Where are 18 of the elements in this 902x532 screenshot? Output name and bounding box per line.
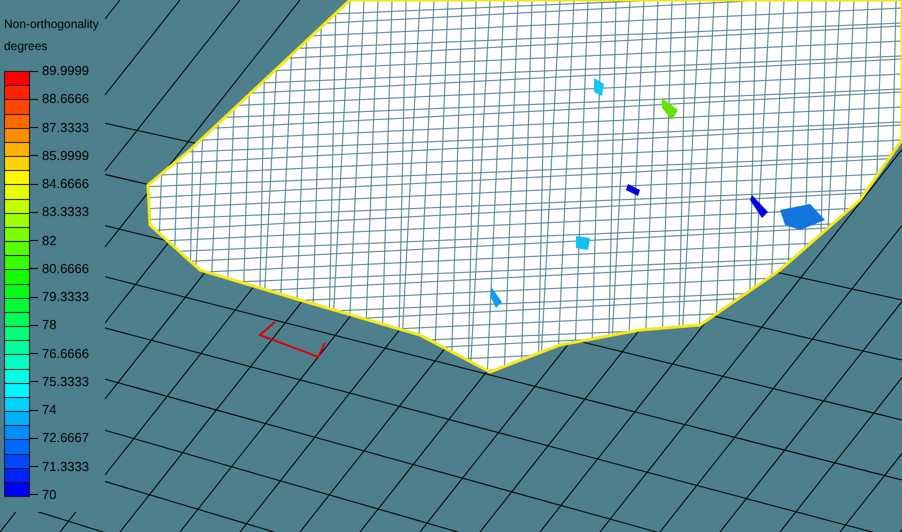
- legend-tick-label: 76.6666: [42, 346, 89, 362]
- legend-tick-label: 71.3333: [42, 458, 89, 475]
- legend-tick-label: 85.9999: [42, 148, 89, 164]
- legend-tick-label: 82: [42, 232, 56, 249]
- legend-tick-label: 79.3333: [42, 289, 89, 306]
- legend-unit: degrees: [4, 38, 48, 54]
- legend-tick-label: 88.6666: [42, 91, 89, 108]
- legend-tick-label: 87.3333: [42, 120, 89, 136]
- legend-tick-label: 78: [42, 317, 56, 334]
- legend-tick-label: 72.6667: [42, 430, 89, 446]
- legend-tick-label: 84.6666: [42, 176, 89, 192]
- legend-tick-label: 80.6666: [42, 260, 89, 277]
- legend-tick-label: 89.9999: [42, 63, 89, 79]
- legend-tick-label: 75.3333: [42, 374, 89, 390]
- legend-tick-label: 83.3333: [42, 204, 89, 220]
- legend-title: Non-orthogonality: [4, 16, 99, 32]
- legend-tick-label: 74: [42, 402, 56, 418]
- legend-tick-label: 70: [42, 486, 56, 503]
